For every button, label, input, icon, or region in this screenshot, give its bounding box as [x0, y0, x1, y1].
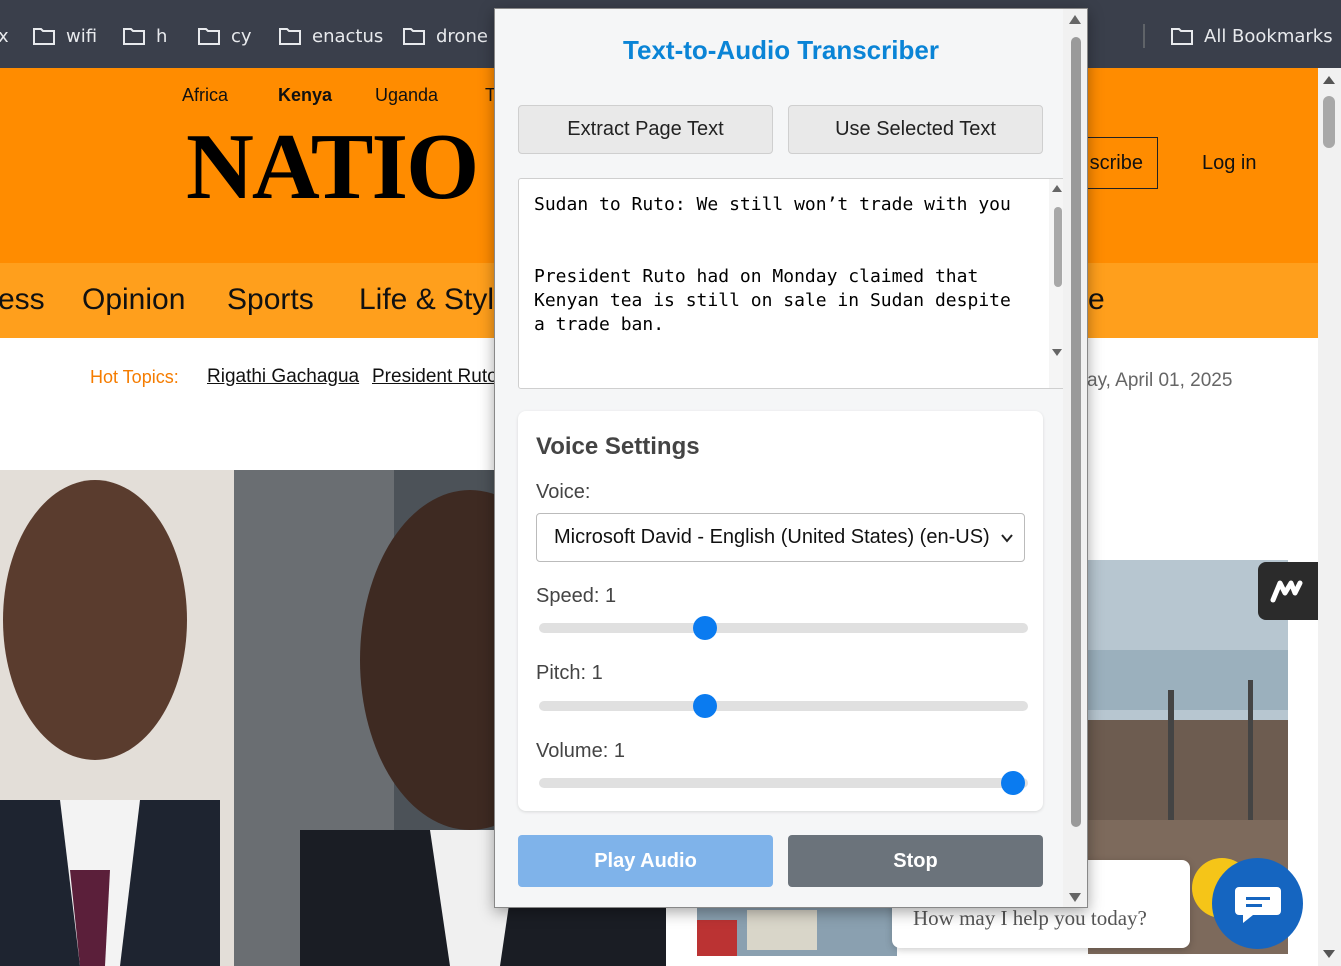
voice-settings-heading: Voice Settings — [536, 433, 700, 460]
popup-title: Text-to-Audio Transcriber — [623, 35, 939, 65]
voice-settings-card: Voice Settings Voice: Microsoft David - … — [518, 411, 1043, 811]
popup-scroll-down-icon[interactable] — [1069, 893, 1081, 902]
bookmark-enactus[interactable]: enactus — [278, 22, 383, 50]
chat-prompt-text: How may I help you today? — [913, 906, 1147, 930]
topic-link[interactable]: Rigathi Gachagua — [207, 366, 359, 388]
stop-button[interactable]: Stop — [788, 835, 1043, 887]
page-scroll-thumb[interactable] — [1323, 96, 1335, 148]
voice-select-value: Microsoft David - English (United States… — [554, 526, 990, 548]
bookmark-label: h — [156, 25, 168, 47]
all-bookmarks-button[interactable]: All Bookmarks — [1170, 22, 1333, 50]
bookmark-x[interactable]: x — [0, 22, 9, 50]
topnav-uganda[interactable]: Uganda — [375, 85, 438, 106]
bookmarks-divider — [1143, 24, 1145, 48]
nav-opinion[interactable]: Opinion — [82, 283, 185, 317]
nav-more[interactable]: e — [1088, 283, 1105, 317]
bookmark-label: x — [0, 25, 9, 47]
voice-label: Voice: — [536, 481, 591, 503]
extract-page-text-button[interactable]: Extract Page Text — [518, 105, 773, 154]
folder-icon — [403, 28, 425, 45]
folder-icon — [1171, 28, 1193, 45]
pitch-label: Pitch: 1 — [536, 662, 603, 684]
play-audio-button[interactable]: Play Audio — [518, 835, 773, 887]
popup-scrollbar[interactable] — [1063, 9, 1087, 907]
m-logo-icon — [1270, 580, 1303, 603]
text-input-area[interactable]: Sudan to Ruto: We still won’t trade with… — [518, 178, 1067, 389]
bookmark-label: wifi — [66, 25, 98, 47]
bookmark-cy[interactable]: cy — [197, 22, 252, 50]
chat-launcher-button[interactable] — [1212, 858, 1303, 949]
topic-link[interactable]: President Ruto — [372, 366, 498, 388]
all-bookmarks-label: All Bookmarks — [1204, 25, 1333, 47]
date-text: ay, April 01, 2025 — [1087, 370, 1233, 391]
volume-slider-thumb[interactable] — [1001, 771, 1026, 795]
bookmark-label: cy — [231, 25, 252, 47]
pitch-slider[interactable] — [539, 694, 1028, 718]
bookmark-drone[interactable]: drone — [402, 22, 488, 50]
login-link[interactable]: Log in — [1202, 152, 1257, 175]
chevron-down-icon — [1001, 534, 1013, 543]
nav-business[interactable]: ess — [0, 283, 45, 317]
voice-select[interactable]: Microsoft David - English (United States… — [536, 513, 1025, 562]
bookmark-label: drone — [436, 25, 488, 47]
hot-topics-label: Hot Topics: — [90, 367, 179, 387]
page-scrollbar[interactable] — [1318, 68, 1341, 966]
speed-slider-thumb[interactable] — [693, 616, 718, 640]
popup-scroll-up-icon[interactable] — [1069, 15, 1081, 24]
folder-icon — [279, 28, 301, 45]
textarea-scroll-down-icon[interactable] — [1052, 349, 1062, 356]
bookmark-label: enactus — [312, 25, 384, 47]
volume-label: Volume: 1 — [536, 740, 625, 762]
chat-icon — [1234, 886, 1281, 923]
bookmark-h[interactable]: h — [122, 22, 167, 50]
extension-popup: Text-to-Audio Transcriber Extract Page T… — [494, 8, 1088, 908]
topnav-kenya[interactable]: Kenya — [278, 85, 332, 106]
speed-label: Speed: 1 — [536, 585, 617, 607]
text-content: Sudan to Ruto: We still won’t trade with… — [534, 194, 1011, 335]
folder-icon — [33, 28, 55, 45]
bookmark-wifi[interactable]: wifi — [32, 22, 97, 50]
scroll-up-arrow-icon[interactable] — [1323, 76, 1335, 84]
folder-icon — [123, 28, 145, 45]
nav-life-style[interactable]: Life & Style — [359, 283, 511, 317]
topnav-africa[interactable]: Africa — [182, 85, 228, 106]
folder-icon — [198, 28, 220, 45]
pitch-slider-thumb[interactable] — [693, 694, 718, 718]
m-widget-button[interactable] — [1258, 562, 1318, 620]
textarea-scroll-up-icon[interactable] — [1052, 185, 1062, 192]
scroll-down-arrow-icon[interactable] — [1323, 950, 1335, 958]
use-selected-text-button[interactable]: Use Selected Text — [788, 105, 1043, 154]
speed-slider[interactable] — [539, 616, 1028, 640]
popup-scroll-thumb[interactable] — [1071, 37, 1081, 827]
volume-slider[interactable] — [539, 771, 1028, 795]
site-logo[interactable]: NATIO — [186, 120, 479, 214]
nav-sports[interactable]: Sports — [227, 283, 314, 317]
textarea-scroll-thumb[interactable] — [1054, 207, 1062, 287]
